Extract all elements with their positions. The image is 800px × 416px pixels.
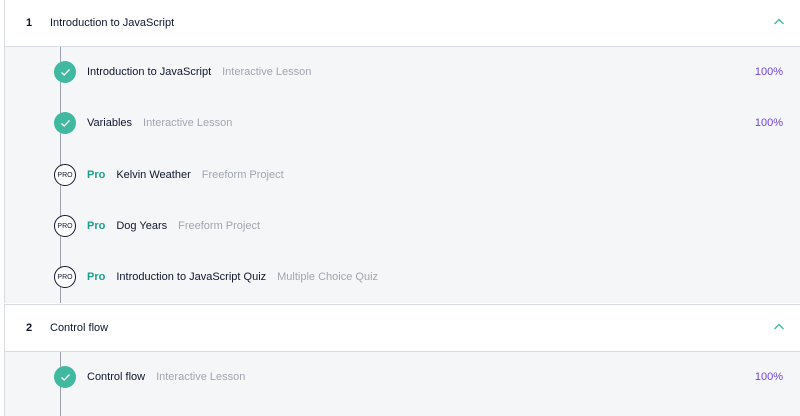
lesson-type: Interactive Lesson xyxy=(222,66,312,78)
section-title: Introduction to JavaScript xyxy=(50,17,175,29)
chevron-up-icon[interactable] xyxy=(773,322,785,332)
pro-badge-icon: PRO xyxy=(54,215,76,237)
lesson-title[interactable]: Variables xyxy=(87,117,132,129)
lesson-title[interactable]: Control flow xyxy=(87,371,145,383)
check-icon xyxy=(54,366,76,388)
section-header-2[interactable]: 2 Control flow xyxy=(4,304,800,352)
section-header-1[interactable]: 1 Introduction to JavaScript xyxy=(4,0,800,47)
lesson-type: Multiple Choice Quiz xyxy=(277,271,379,283)
section-title: Control flow xyxy=(50,322,109,334)
pro-label: Pro xyxy=(87,220,106,232)
progress-percent: 100% xyxy=(754,117,783,129)
lesson-type: Freeform Project xyxy=(178,220,261,232)
lesson-title[interactable]: Introduction to JavaScript Quiz xyxy=(116,271,266,283)
pro-label: Pro xyxy=(87,271,106,283)
progress-percent: 100% xyxy=(754,371,783,383)
lesson-row[interactable]: PRO Pro Kelvin Weather Freeform Project xyxy=(4,155,800,195)
lesson-type: Freeform Project xyxy=(201,169,284,181)
progress-percent: 100% xyxy=(754,66,783,78)
lesson-row[interactable]: Introduction to JavaScript Interactive L… xyxy=(4,52,800,92)
lesson-row[interactable]: Variables Interactive Lesson 100% xyxy=(4,103,800,143)
check-icon xyxy=(54,61,76,83)
lesson-row[interactable]: PRO Pro Introduction to JavaScript Quiz … xyxy=(4,257,800,297)
pro-badge-icon: PRO xyxy=(54,164,76,186)
lesson-type: Interactive Lesson xyxy=(156,371,246,383)
pro-label: Pro xyxy=(87,169,106,181)
section-number: 2 xyxy=(26,322,33,334)
check-icon xyxy=(54,112,76,134)
lesson-type: Interactive Lesson xyxy=(143,117,233,129)
lesson-row[interactable]: PRO Pro Dog Years Freeform Project xyxy=(4,206,800,246)
lesson-row[interactable]: Control flow Interactive Lesson 100% xyxy=(4,357,800,397)
lesson-title[interactable]: Introduction to JavaScript xyxy=(87,66,211,78)
pro-badge-icon: PRO xyxy=(54,266,76,288)
lesson-title[interactable]: Kelvin Weather xyxy=(116,169,190,181)
section-number: 1 xyxy=(26,17,33,29)
lesson-title[interactable]: Dog Years xyxy=(116,220,167,232)
chevron-up-icon[interactable] xyxy=(773,17,785,27)
